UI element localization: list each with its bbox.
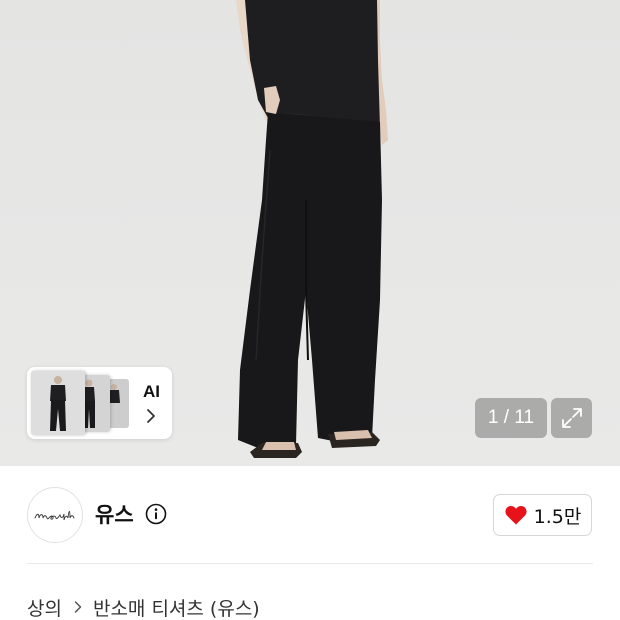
breadcrumb: 상의 반소매 티셔츠 (유스) [27, 594, 260, 620]
heart-icon [505, 505, 527, 525]
like-button[interactable]: 1.5만 [493, 494, 592, 536]
brand-logo[interactable] [27, 487, 83, 543]
brand-name[interactable]: 유스 [95, 499, 134, 529]
expand-button[interactable] [551, 398, 592, 438]
expand-icon [561, 408, 582, 428]
ai-look-thumbnail [31, 371, 85, 435]
brand-logo-script [34, 510, 75, 521]
info-icon[interactable] [145, 503, 167, 525]
brand-row: 유스 1.5만 [0, 466, 620, 564]
chevron-right-icon [147, 409, 155, 423]
breadcrumb-subcategory[interactable]: 반소매 티셔츠 (유스) [93, 594, 260, 620]
breadcrumb-category[interactable]: 상의 [27, 594, 62, 620]
section-divider [27, 563, 593, 564]
image-page-indicator: 1 / 11 [475, 398, 547, 438]
chevron-right-icon [74, 601, 82, 613]
ai-label: AI [143, 382, 160, 401]
product-image-gallery[interactable]: AI 1 / 11 [0, 0, 620, 466]
ai-looks-button[interactable]: AI [27, 367, 172, 439]
like-count: 1.5만 [533, 505, 582, 528]
